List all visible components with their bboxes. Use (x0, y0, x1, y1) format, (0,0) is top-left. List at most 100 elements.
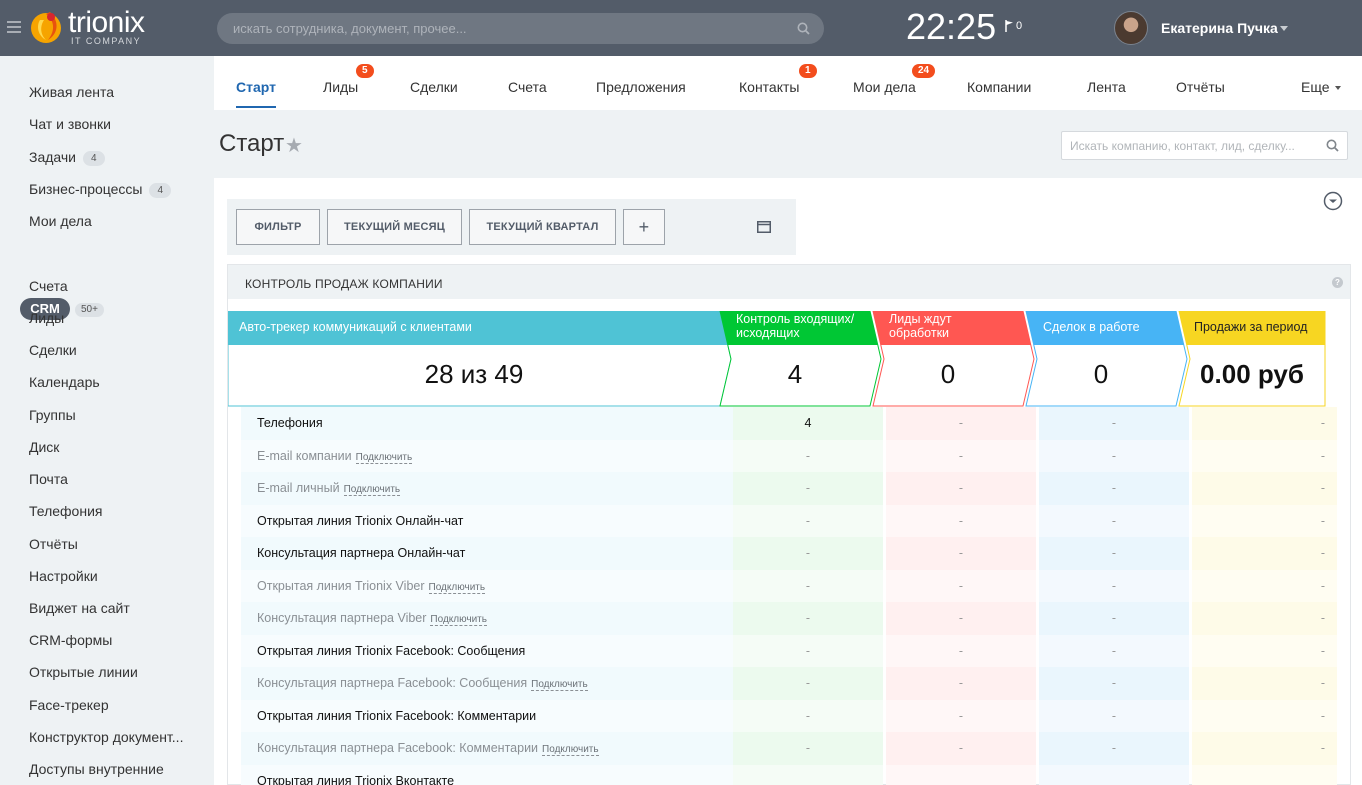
active-tab-indicator (236, 106, 276, 108)
avatar[interactable] (1114, 11, 1148, 45)
channel-value: - (958, 416, 964, 430)
clock[interactable]: 22:25 (906, 6, 996, 48)
channel-value-cell: - (1192, 667, 1337, 700)
sidebar-item-deals[interactable]: Сделки (29, 342, 77, 358)
current-month-button[interactable]: ТЕКУЩИЙ МЕСЯЦ (327, 209, 462, 245)
tab-more[interactable]: Еще (1301, 79, 1330, 95)
connect-link[interactable]: Подключить (531, 679, 588, 691)
tab-start[interactable]: Старт (236, 79, 276, 95)
channel-value: - (958, 578, 964, 593)
sidebar-item-invoices[interactable]: Счета (29, 278, 68, 294)
sidebar-item-my-activities[interactable]: Мои дела (29, 213, 92, 229)
current-quarter-button[interactable]: ТЕКУЩИЙ КВАРТАЛ (469, 209, 616, 245)
sidebar-item-leads[interactable]: Лиды (29, 310, 64, 326)
sidebar-item-mail[interactable]: Почта (29, 471, 68, 487)
tab-companies[interactable]: Компании (967, 79, 1031, 95)
chevron-down-icon[interactable] (1335, 86, 1341, 90)
tab-stream[interactable]: Лента (1087, 79, 1126, 95)
connect-link[interactable]: Подключить (542, 744, 599, 756)
channel-name: E-mail личный Подключить (257, 481, 401, 496)
add-filter-button[interactable]: + (623, 209, 665, 245)
channel-value-cell: - (733, 472, 883, 505)
sidebar-item-face-tracker[interactable]: Face-трекер (29, 697, 109, 713)
sidebar-item-groups[interactable]: Группы (29, 407, 76, 423)
sidebar-item-site-widget[interactable]: Виджет на сайт (29, 600, 130, 616)
tab-contacts[interactable]: Контакты (739, 79, 799, 95)
flag-icon[interactable] (1005, 20, 1015, 32)
channel-value: - (1111, 481, 1117, 495)
channel-value-cell: - (733, 634, 883, 667)
chevron-down-icon[interactable] (1280, 26, 1288, 31)
channel-value-cell: - (1192, 537, 1337, 570)
channel-value-cell: - (733, 569, 883, 602)
channel-value: - (1111, 546, 1117, 560)
connect-link[interactable]: Подключить (355, 451, 413, 464)
user-name[interactable]: Екатерина Пучка (1161, 20, 1278, 36)
channel-value: - (1320, 676, 1325, 690)
channel-value-cell: - (733, 667, 883, 700)
channel-value: - (1111, 578, 1117, 593)
connect-link[interactable]: Подключить (343, 484, 401, 496)
filter-button[interactable]: ФИЛЬТР (236, 209, 320, 245)
channel-value-cell: - (1192, 407, 1337, 440)
channel-value-cell: - (1039, 472, 1189, 505)
menu-icon[interactable] (7, 21, 21, 33)
sidebar-item-reports[interactable]: Отчёты (29, 536, 78, 552)
channel-name: E-mail компании Подключить (257, 449, 413, 464)
tab-invoices[interactable]: Счета (508, 79, 547, 95)
sidebar-item-internal-access[interactable]: Доступы внутренние (29, 761, 164, 777)
channel-name-text: Открытая линия Trionix Facebook: Сообщен… (257, 643, 526, 658)
panel-title: КОНТРОЛЬ ПРОДАЖ КОМПАНИИ (245, 277, 443, 291)
sidebar-item-calendar[interactable]: Календарь (29, 374, 100, 390)
global-search-input[interactable] (233, 13, 793, 44)
table-row: Открытая линия Trionix Viber Подключить - -… (241, 569, 1337, 602)
channel-value-cell (1039, 764, 1189, 785)
search-icon[interactable] (1326, 139, 1339, 152)
channel-value: - (805, 546, 811, 560)
sidebar-item-doc-builder[interactable]: Конструктор документ... (29, 729, 183, 745)
channel-name: Открытая линия Trionix Вконтакте (257, 774, 454, 785)
tab-counter: 24 (912, 64, 936, 78)
help-icon[interactable]: ? (1332, 277, 1343, 288)
channel-value-cell: - (886, 667, 1036, 700)
tab-deals[interactable]: Сделки (410, 79, 458, 95)
top-bar: trionix IT COMPANY 22:25 0 Екатерина Пуч… (0, 0, 1362, 56)
channel-name-text: Открытая линия Trionix Viber (257, 578, 425, 593)
channel-value-cell: - (1039, 732, 1189, 765)
collapse-icon[interactable] (1323, 191, 1343, 211)
channel-value-cell: - (1192, 504, 1337, 537)
sidebar-item-telephony[interactable]: Телефония (29, 503, 102, 519)
sidebar-item-feed[interactable]: Живая лента (29, 84, 114, 100)
connect-link[interactable]: Подключить (428, 581, 486, 594)
search-icon[interactable] (797, 22, 810, 35)
sidebar-item-disk[interactable]: Диск (29, 439, 59, 455)
connect-link[interactable]: Подключить (430, 614, 487, 626)
tab-quotes[interactable]: Предложения (596, 79, 686, 95)
funnel-label: Сделок в работе (1043, 320, 1140, 334)
tab-counter: 1 (799, 64, 817, 78)
channel-value: - (958, 676, 964, 690)
channel-value-cell: - (733, 504, 883, 537)
channel-value-cell: - (733, 732, 883, 765)
layout-icon[interactable] (757, 221, 771, 233)
sidebar-item-bizproc[interactable]: Бизнес-процессы 4 (29, 181, 172, 198)
channel-value: - (1111, 611, 1117, 625)
tab-leads[interactable]: Лиды (323, 79, 358, 95)
page-title: Старт (219, 130, 285, 157)
tab-reports[interactable]: Отчёты (1176, 79, 1225, 95)
star-icon[interactable]: ★ (285, 133, 303, 158)
channel-value-cell: - (886, 732, 1036, 765)
sidebar-item-open-lines[interactable]: Открытые линии (29, 664, 138, 680)
channel-name: Телефония (257, 416, 323, 430)
crm-search-input[interactable] (1070, 132, 1320, 159)
tab-my-activities[interactable]: Мои дела (853, 79, 916, 95)
sidebar-item-settings[interactable]: Настройки (29, 568, 98, 584)
channel-value: - (805, 611, 811, 625)
channel-name-cell: Открытая линия Trionix Вконтакте (241, 764, 733, 785)
channel-value: - (1111, 741, 1117, 755)
sidebar-item-chat[interactable]: Чат и звонки (29, 116, 111, 132)
sidebar-item-tasks[interactable]: Задачи 4 (29, 149, 105, 166)
channel-value-cell: 4 (733, 407, 883, 440)
sidebar-item-crm-forms[interactable]: CRM-формы (29, 632, 112, 648)
channel-value-cell: - (886, 699, 1036, 732)
